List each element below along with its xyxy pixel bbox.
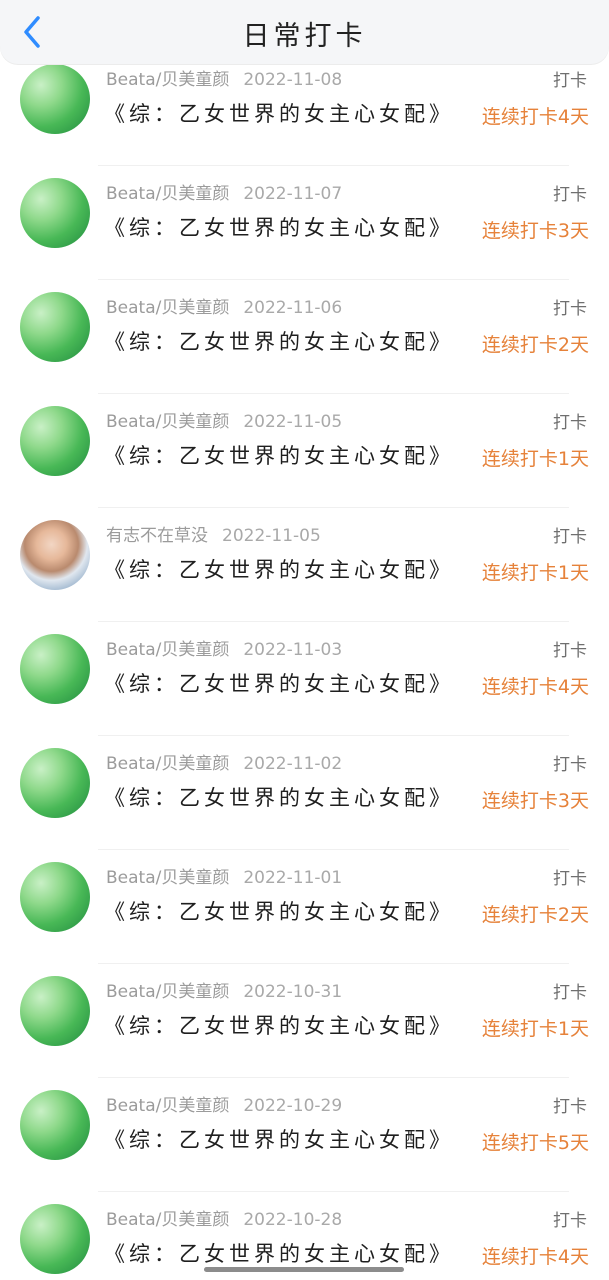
page-title: 日常打卡 (242, 21, 367, 52)
book-title[interactable]: 《综：乙女世界的女主心女配》 (104, 554, 454, 584)
avatar[interactable] (20, 748, 90, 818)
avatar[interactable] (20, 178, 90, 248)
user-name[interactable]: Beata/贝美童颜 (106, 1210, 229, 1230)
checkin-action-label: 打卡 (553, 1097, 587, 1117)
checkin-date: 2022-11-02 (243, 754, 343, 774)
user-name[interactable]: Beata/贝美童颜 (106, 70, 229, 90)
checkin-date: 2022-11-07 (243, 184, 343, 204)
top-nav-bar: 日常打卡 (0, 0, 609, 64)
book-title[interactable]: 《综：乙女世界的女主心女配》 (104, 782, 454, 812)
user-name[interactable]: Beata/贝美童颜 (106, 640, 229, 660)
checkin-date: 2022-11-06 (243, 298, 343, 318)
checkin-record-row[interactable]: Beata/贝美童颜 2022-11-06 打卡《综：乙女世界的女主心女配》 连续打卡… (0, 280, 609, 394)
user-name[interactable]: Beata/贝美童颜 (106, 184, 229, 204)
checkin-record-row[interactable]: Beata/贝美童颜 2022-11-01 打卡《综：乙女世界的女主心女配》 连续打卡… (0, 850, 609, 964)
checkin-action-label: 打卡 (553, 755, 587, 775)
checkin-action-label: 打卡 (553, 869, 587, 889)
checkin-action-label: 打卡 (553, 299, 587, 319)
checkin-date: 2022-11-05 (243, 412, 343, 432)
checkin-date: 2022-11-08 (243, 70, 343, 90)
checkin-date: 2022-10-31 (243, 982, 343, 1002)
checkin-action-label: 打卡 (553, 983, 587, 1003)
user-name[interactable]: Beata/贝美童颜 (106, 982, 229, 1002)
user-name[interactable]: 有志不在草没 (106, 526, 208, 546)
user-name[interactable]: Beata/贝美童颜 (106, 298, 229, 318)
avatar[interactable] (20, 976, 90, 1046)
avatar[interactable] (20, 862, 90, 932)
avatar[interactable] (20, 1204, 90, 1274)
book-title[interactable]: 《综：乙女世界的女主心女配》 (104, 1238, 454, 1268)
checkin-date: 2022-10-28 (243, 1210, 343, 1230)
streak-label: 连续打卡2天 (481, 904, 589, 926)
record-meta: Beata/贝美童颜 2022-11-03 (106, 635, 342, 660)
book-title[interactable]: 《综：乙女世界的女主心女配》 (104, 440, 454, 470)
streak-label: 连续打卡1天 (481, 1018, 589, 1040)
record-meta: Beata/贝美童颜 2022-11-06 (106, 293, 342, 318)
checkin-action-label: 打卡 (553, 641, 587, 661)
book-title[interactable]: 《综：乙女世界的女主心女配》 (104, 212, 454, 242)
checkin-record-row[interactable]: Beata/贝美童颜 2022-10-31 打卡《综：乙女世界的女主心女配》 连续打卡… (0, 964, 609, 1078)
checkin-list: Beata/贝美童颜 2022-11-08 打卡 《综：乙女世界的女主心女配》 连续打卡… (0, 52, 609, 1280)
checkin-page: 日常打卡 Beata/贝美童颜 2022-11-08 打卡 《综：乙女世界的女主心女配… (0, 0, 609, 1280)
streak-label: 连续打卡4天 (481, 106, 589, 128)
book-title[interactable]: 《综：乙女世界的女主心女配》 (104, 1010, 454, 1040)
avatar[interactable] (20, 520, 90, 590)
streak-label: 连续打卡2天 (481, 334, 589, 356)
record-meta: Beata/贝美童颜 2022-11-05 (106, 407, 342, 432)
record-meta: Beata/贝美童颜 2022-10-29 (106, 1091, 342, 1116)
checkin-record-row[interactable]: 有志不在草没 2022-11-05 打卡《综：乙女世界的女主心女配》 连续打卡1天 (0, 508, 609, 622)
checkin-action-label: 打卡 (553, 185, 587, 205)
checkin-action-label: 打卡 (553, 71, 587, 91)
avatar[interactable] (20, 64, 90, 134)
checkin-record-row[interactable]: Beata/贝美童颜 2022-11-05 打卡《综：乙女世界的女主心女配》 连续打卡… (0, 394, 609, 508)
checkin-action-label: 打卡 (553, 1211, 587, 1231)
book-title[interactable]: 《综：乙女世界的女主心女配》 (104, 896, 454, 926)
record-meta: Beata/贝美童颜 2022-11-08 (106, 65, 342, 90)
record-meta: Beata/贝美童颜 2022-11-02 (106, 749, 342, 774)
streak-label: 连续打卡4天 (481, 676, 589, 698)
checkin-date: 2022-10-29 (243, 1096, 343, 1116)
checkin-record-row[interactable]: Beata/贝美童颜 2022-11-02 打卡《综：乙女世界的女主心女配》 连续打卡… (0, 736, 609, 850)
streak-label: 连续打卡4天 (481, 1246, 589, 1268)
checkin-date: 2022-11-01 (243, 868, 343, 888)
record-meta: Beata/贝美童颜 2022-10-28 (106, 1205, 342, 1230)
record-meta: 有志不在草没 2022-11-05 (106, 521, 321, 546)
checkin-action-label: 打卡 (553, 413, 587, 433)
checkin-record-row[interactable]: Beata/贝美童颜 2022-11-08 打卡《综：乙女世界的女主心女配》 连续打卡… (0, 52, 609, 166)
user-name[interactable]: Beata/贝美童颜 (106, 1096, 229, 1116)
checkin-action-label: 打卡 (553, 527, 587, 547)
streak-label: 连续打卡3天 (481, 790, 589, 812)
avatar[interactable] (20, 1090, 90, 1160)
user-name[interactable]: Beata/贝美童颜 (106, 868, 229, 888)
book-title[interactable]: 《综：乙女世界的女主心女配》 (104, 668, 454, 698)
streak-label: 连续打卡1天 (481, 562, 589, 584)
record-meta: Beata/贝美童颜 2022-11-07 (106, 179, 342, 204)
checkin-record-row[interactable]: Beata/贝美童颜 2022-10-29 打卡《综：乙女世界的女主心女配》 连续打卡… (0, 1078, 609, 1192)
checkin-date: 2022-11-03 (243, 640, 343, 660)
checkin-record-row[interactable]: Beata/贝美童颜 2022-11-07 打卡《综：乙女世界的女主心女配》 连续打卡… (0, 166, 609, 280)
avatar[interactable] (20, 634, 90, 704)
avatar[interactable] (20, 406, 90, 476)
checkin-record-row[interactable]: Beata/贝美童颜 2022-11-03 打卡《综：乙女世界的女主心女配》 连续打卡… (0, 622, 609, 736)
user-name[interactable]: Beata/贝美童颜 (106, 412, 229, 432)
book-title[interactable]: 《综：乙女世界的女主心女配》 (104, 326, 454, 356)
checkin-date: 2022-11-05 (222, 526, 321, 546)
record-meta: Beata/贝美童颜 2022-10-31 (106, 977, 342, 1002)
book-title[interactable]: 《综：乙女世界的女主心女配》 (104, 1124, 454, 1154)
streak-label: 连续打卡1天 (481, 448, 589, 470)
home-indicator[interactable] (204, 1267, 404, 1272)
user-name[interactable]: Beata/贝美童颜 (106, 754, 229, 774)
avatar[interactable] (20, 292, 90, 362)
streak-label: 连续打卡3天 (481, 220, 589, 242)
record-meta: Beata/贝美童颜 2022-11-01 (106, 863, 342, 888)
book-title[interactable]: 《综：乙女世界的女主心女配》 (104, 98, 454, 128)
streak-label: 连续打卡5天 (481, 1132, 589, 1154)
